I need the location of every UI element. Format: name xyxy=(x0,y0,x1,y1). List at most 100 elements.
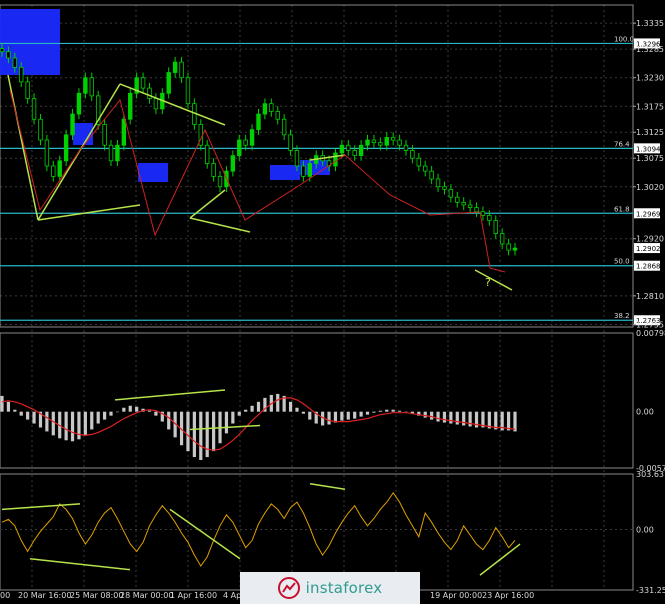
histogram-bar xyxy=(353,411,357,419)
candle-body xyxy=(51,165,56,177)
candle-body xyxy=(153,98,159,110)
histogram-bar xyxy=(256,401,261,412)
watermark-logo: instaforex xyxy=(240,572,420,604)
histogram-bar xyxy=(147,410,152,412)
histogram-bar xyxy=(13,409,17,412)
candle-body xyxy=(339,144,345,154)
candle-body xyxy=(243,139,248,146)
candle-body xyxy=(70,113,75,136)
question-mark-annotation: ? xyxy=(485,276,491,289)
histogram-bar xyxy=(244,409,248,412)
candle-body xyxy=(512,247,518,251)
candle-body xyxy=(487,214,492,221)
candle-body xyxy=(499,233,505,245)
time-tick-label: 23 Apr 16:00 xyxy=(482,591,534,600)
candle-body xyxy=(403,144,409,151)
histogram-bar xyxy=(70,411,75,442)
histogram-bar xyxy=(276,393,280,412)
histogram-bar xyxy=(32,411,36,424)
histogram-bar xyxy=(167,411,171,430)
histogram-bar xyxy=(45,411,49,432)
indicator-2-tick-label: 0.00 xyxy=(636,525,654,534)
candle-body xyxy=(128,92,133,120)
candle-body xyxy=(31,98,37,120)
candle-body xyxy=(140,77,146,89)
price-tick-label: 1.3285 xyxy=(636,45,664,54)
histogram-bar xyxy=(96,411,100,424)
candle-body xyxy=(493,220,498,234)
indicator-2-tick-label: 303.6317 xyxy=(636,470,665,479)
histogram-bar xyxy=(288,401,293,412)
fib-ratio-label: 50.0 xyxy=(614,258,630,266)
candle-body xyxy=(63,134,69,162)
blue-zone xyxy=(270,165,300,180)
candle-body xyxy=(378,142,383,146)
histogram-bar xyxy=(154,411,158,416)
candle-body xyxy=(461,201,466,206)
histogram-bar xyxy=(462,411,466,426)
histogram-bar xyxy=(346,411,350,420)
price-tick-label: 1.3175 xyxy=(636,102,664,111)
candle-body xyxy=(166,72,171,94)
indicator-1-tick-label: 0.00 xyxy=(636,408,654,417)
candle-body xyxy=(147,87,152,99)
histogram-bar xyxy=(231,411,235,424)
histogram-bar xyxy=(372,411,376,413)
candle-body xyxy=(269,103,274,112)
candle-body xyxy=(429,170,434,180)
candle-body xyxy=(506,243,511,251)
fib-price-label: 1.3094 xyxy=(636,145,661,153)
candle-body xyxy=(288,134,293,151)
candle-body xyxy=(237,139,242,157)
histogram-bar xyxy=(385,409,389,412)
instaforex-logo-icon xyxy=(277,577,300,599)
time-tick-label: 25 Mar 08:00 xyxy=(70,591,123,600)
histogram-bar xyxy=(391,409,395,412)
histogram-bar xyxy=(506,411,511,431)
candle-body xyxy=(12,57,18,68)
candle-body xyxy=(211,163,216,177)
histogram-bar xyxy=(128,405,132,412)
histogram-bar xyxy=(455,411,459,425)
histogram-bar xyxy=(327,411,331,425)
candle-body xyxy=(179,61,184,79)
time-tick-label: 19 Apr 00:00 xyxy=(430,591,482,600)
histogram-bar xyxy=(83,411,87,436)
histogram-bar xyxy=(295,407,299,412)
histogram-bar xyxy=(64,411,68,441)
price-tick-label: 1.3125 xyxy=(636,128,664,137)
histogram-bar xyxy=(109,411,113,416)
candle-body xyxy=(416,157,422,167)
candle-body xyxy=(256,113,261,131)
histogram-bar xyxy=(212,411,216,452)
candle-body xyxy=(294,150,300,167)
histogram-bar xyxy=(250,405,254,412)
candle-body xyxy=(19,66,24,83)
candle-body xyxy=(423,165,428,172)
fib-ratio-label: 76.4 xyxy=(614,140,630,148)
histogram-bar xyxy=(430,411,434,420)
candle-body xyxy=(57,160,62,177)
candle-body xyxy=(352,150,357,157)
candle-body xyxy=(384,137,389,146)
candle-body xyxy=(204,144,210,164)
candle-body xyxy=(442,186,447,190)
candle-body xyxy=(371,139,377,144)
candle-body xyxy=(249,129,255,146)
histogram-bar xyxy=(115,411,120,413)
histogram-bar xyxy=(340,411,344,421)
candle-body xyxy=(172,61,178,73)
fib-price-label: 1.2868 xyxy=(636,263,661,271)
candle-body xyxy=(275,111,280,120)
histogram-bar xyxy=(397,410,402,412)
histogram-bar xyxy=(205,411,209,458)
candle-body xyxy=(467,204,473,208)
time-tick-label: 1 Apr 16:00 xyxy=(170,591,217,600)
candle-body xyxy=(358,144,364,157)
candle-body xyxy=(390,137,396,141)
candle-body xyxy=(307,163,312,177)
histogram-bar xyxy=(6,401,11,412)
candle-body xyxy=(121,118,127,146)
fib-ratio-label: 38.2 xyxy=(614,312,630,320)
price-tick-label: 1.3335 xyxy=(636,19,664,28)
